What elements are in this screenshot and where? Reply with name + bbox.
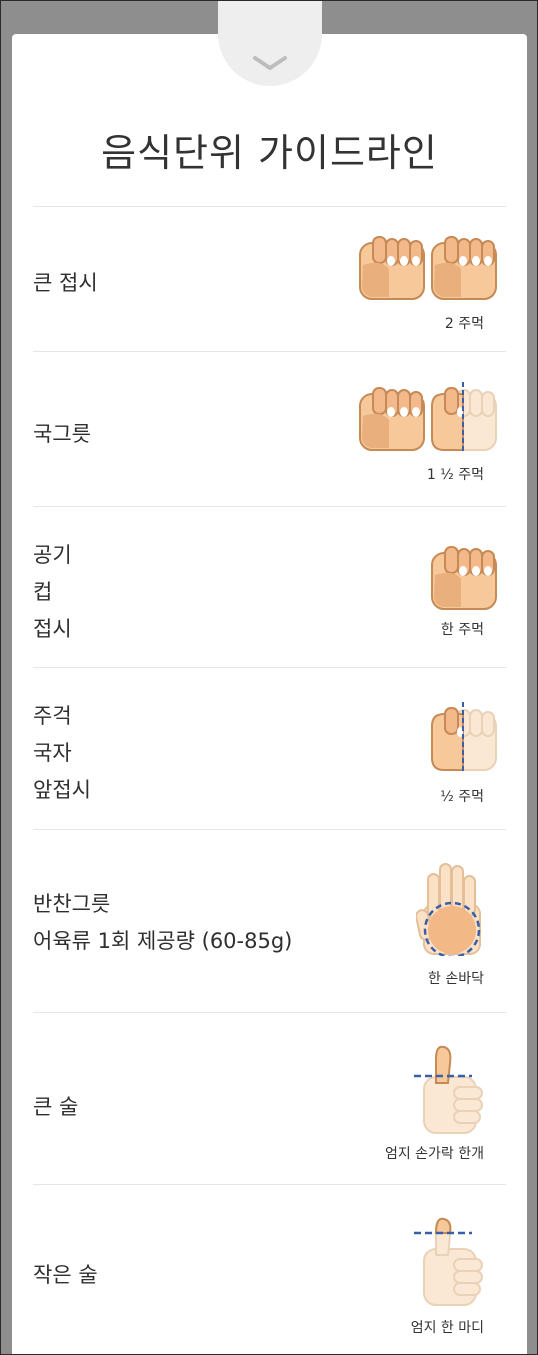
item-label: 작은 술 — [33, 1257, 98, 1294]
two-fists-icon — [359, 235, 497, 301]
thumb-whole-icon — [414, 1043, 486, 1135]
list-item: 주걱 국자 앞접시 ½ 주먹 — [33, 667, 506, 829]
item-label-line: 국그릇 — [33, 422, 91, 446]
page-title: 음식단위 가이드라인 — [101, 131, 438, 175]
item-label-line: 큰 접시 — [33, 271, 98, 295]
portion-caption: 한 손바닥 — [428, 971, 484, 987]
item-label-line: 어육류 1회 제공량 (60-85g) — [33, 929, 293, 953]
portion-caption: 엄지 손가락 한개 — [384, 1146, 484, 1162]
palm-icon — [416, 860, 486, 956]
portion-caption: 한 주먹 — [440, 622, 484, 638]
item-label: 공기 컵 접시 — [33, 537, 72, 648]
item-label-line: 공기 — [33, 543, 72, 567]
list-item: 큰 접시 2 주먹 — [33, 206, 506, 351]
collapse-handle[interactable] — [218, 0, 322, 86]
item-label: 주걱 국자 앞접시 — [33, 698, 91, 809]
half-fist-icon — [431, 702, 497, 776]
item-label-line: 앞접시 — [33, 778, 91, 802]
portion-caption: 엄지 한 마디 — [410, 1320, 484, 1336]
item-label: 큰 술 — [33, 1089, 78, 1126]
list-item: 반찬그릇 어육류 1회 제공량 (60-85g) 한 손바닥 — [33, 829, 506, 1012]
portion-caption: ½ 주먹 — [440, 789, 484, 805]
thumb-tip-icon — [414, 1215, 486, 1307]
item-label-line: 반찬그릇 — [33, 892, 111, 916]
item-label-line: 큰 술 — [33, 1095, 79, 1119]
item-label: 국그릇 — [33, 416, 91, 453]
item-label: 반찬그릇 어육류 1회 제공량 (60-85g) — [33, 886, 292, 960]
list-item: 작은 술 엄지 한 마디 — [33, 1184, 506, 1354]
list-item: 큰 술 엄지 손가락 한개 — [33, 1012, 506, 1184]
list-item: 국그릇 1 ½ 주먹 — [33, 351, 506, 506]
list-item: 공기 컵 접시 한 주먹 — [33, 506, 506, 667]
guideline-list: 큰 접시 2 주먹 국그릇 1 ½ 주먹 공기 컵 접시 한 주먹 주걱 국자 … — [33, 206, 506, 1354]
item-label-line: 컵 — [33, 580, 53, 604]
guideline-sheet: 음식단위 가이드라인 큰 접시 2 주먹 국그릇 1 ½ 주먹 공기 컵 접시 … — [12, 0, 527, 1355]
item-label: 큰 접시 — [33, 265, 98, 302]
item-label-line: 국자 — [33, 741, 72, 765]
portion-caption: 2 주먹 — [444, 316, 484, 332]
item-label-line: 작은 술 — [33, 1263, 98, 1287]
portion-caption: 1 ½ 주먹 — [426, 467, 484, 483]
chevron-down-icon — [253, 56, 287, 70]
item-label-line: 주걱 — [33, 704, 72, 728]
item-label-line: 접시 — [33, 617, 72, 641]
one-and-half-fist-icon — [359, 382, 497, 452]
one-fist-icon — [431, 545, 497, 611]
